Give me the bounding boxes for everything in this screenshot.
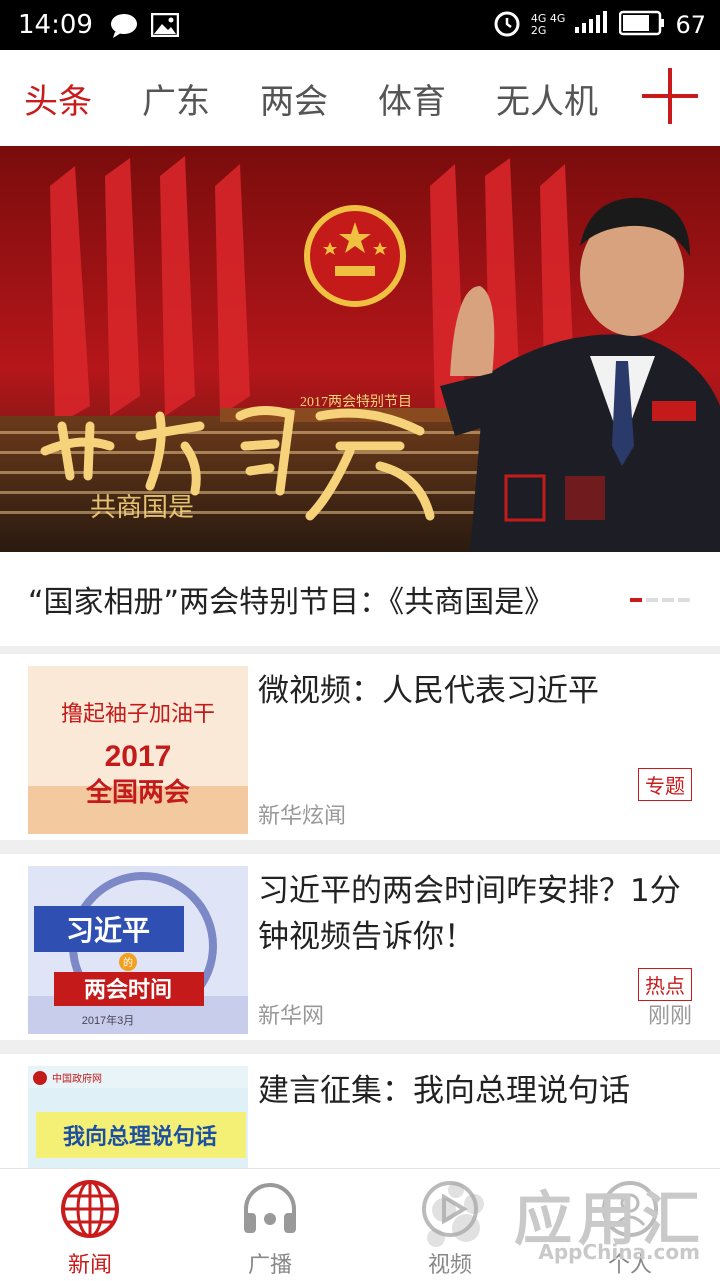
nav-news[interactable]: 新闻 bbox=[0, 1169, 180, 1281]
carousel-dot-active bbox=[630, 598, 642, 602]
news-tag: 热点 bbox=[638, 968, 692, 1001]
tab-guangdong[interactable]: 广东 bbox=[118, 74, 210, 123]
headphones-icon bbox=[244, 1183, 296, 1233]
thumb-site: 中国政府网 bbox=[52, 1072, 102, 1085]
thumb-caption: 全国两会 bbox=[85, 777, 190, 808]
carousel-dot bbox=[646, 598, 658, 602]
nav-profile-label: 个人 bbox=[607, 1253, 652, 1278]
signal-indicator: 4G 4G 2G bbox=[531, 13, 566, 37]
nav-radio-label: 广播 bbox=[247, 1253, 292, 1278]
thumb-date: 2017年3月 bbox=[82, 1013, 135, 1027]
news-item[interactable]: 中国政府网 我向总理说句话 建言征集：我向总理说句话 bbox=[0, 1054, 720, 1168]
thumb-particle: 的 bbox=[123, 956, 133, 969]
nav-video-label: 视频 bbox=[427, 1253, 472, 1278]
banner-calligraphy-small: 共商国是 bbox=[90, 493, 194, 523]
news-thumbnail: 中国政府网 我向总理说句话 bbox=[28, 1066, 248, 1168]
bottom-navigation: 新闻 广播 视频 个人 bbox=[0, 1168, 720, 1281]
banner-carousel[interactable]: 2017两会特别节目 共商国是 bbox=[0, 146, 720, 552]
banner-caption[interactable]: “国家相册”两会特别节目：《共商国是》 bbox=[0, 552, 720, 646]
thumb-slogan: 撸起袖子加油干 bbox=[61, 702, 215, 727]
news-thumbnail: 习近平 的 两会时间 2017年3月 bbox=[28, 866, 248, 1034]
message-icon bbox=[109, 12, 139, 38]
nav-radio[interactable]: 广播 bbox=[180, 1169, 360, 1281]
carousel-dot bbox=[678, 598, 690, 602]
user-icon bbox=[602, 1181, 658, 1237]
tab-lianghui[interactable]: 两会 bbox=[236, 74, 328, 123]
tab-drone[interactable]: 无人机 bbox=[472, 74, 598, 123]
tab-toutiao[interactable]: 头条 bbox=[0, 74, 92, 123]
status-bar: 14:09 4G 4G 2G 67 bbox=[0, 0, 720, 50]
add-tab-icon[interactable] bbox=[642, 66, 698, 126]
category-tabs: 头条 广东 两会 体育 无人机 bbox=[0, 50, 720, 146]
banner-caption-text: “国家相册”两会特别节目：《共商国是》 bbox=[28, 585, 555, 620]
thumb-name: 习近平 bbox=[66, 914, 150, 947]
news-tag: 专题 bbox=[638, 768, 692, 801]
battery-icon bbox=[619, 10, 665, 40]
globe-icon bbox=[61, 1180, 119, 1238]
signal-bottom-label: 2G bbox=[530, 24, 547, 37]
tab-sports[interactable]: 体育 bbox=[354, 74, 446, 123]
signal-bars-icon bbox=[575, 11, 609, 39]
thumb-caption: 两会时间 bbox=[84, 977, 172, 1003]
thumb-year: 2017 bbox=[105, 740, 172, 773]
news-item[interactable]: 习近平 的 两会时间 2017年3月 习近平的两会时间咋安排？1分钟视频告诉你！… bbox=[0, 854, 720, 1040]
image-icon bbox=[150, 13, 179, 37]
nav-profile[interactable]: 个人 bbox=[540, 1169, 720, 1281]
nav-video[interactable]: 视频 bbox=[360, 1169, 540, 1281]
news-source: 新华网 bbox=[258, 1004, 325, 1029]
news-source: 新华炫闻 bbox=[258, 804, 347, 829]
alarm-icon bbox=[493, 9, 521, 41]
news-title: 建言征集：我向总理说句话 bbox=[258, 1073, 630, 1109]
battery-level: 67 bbox=[675, 11, 706, 39]
status-time: 14:09 bbox=[18, 10, 93, 40]
banner-subtitle: 2017两会特别节目 bbox=[300, 394, 412, 410]
nav-news-label: 新闻 bbox=[67, 1253, 112, 1278]
carousel-dots bbox=[630, 598, 690, 602]
play-icon bbox=[422, 1181, 478, 1237]
news-time: 刚刚 bbox=[647, 1004, 692, 1029]
carousel-dot bbox=[662, 598, 674, 602]
thumb-caption: 我向总理说句话 bbox=[63, 1124, 217, 1150]
news-item[interactable]: 撸起袖子加油干 2017 全国两会 微视频：人民代表习近平 专题 新华炫闻 bbox=[0, 654, 720, 840]
banner-image: 2017两会特别节目 共商国是 bbox=[0, 146, 720, 552]
news-thumbnail: 撸起袖子加油干 2017 全国两会 bbox=[28, 666, 248, 834]
news-title: 微视频：人民代表习近平 bbox=[258, 673, 599, 709]
news-title: 习近平的两会时间咋安排？1分钟视频告诉你！ bbox=[258, 873, 681, 955]
